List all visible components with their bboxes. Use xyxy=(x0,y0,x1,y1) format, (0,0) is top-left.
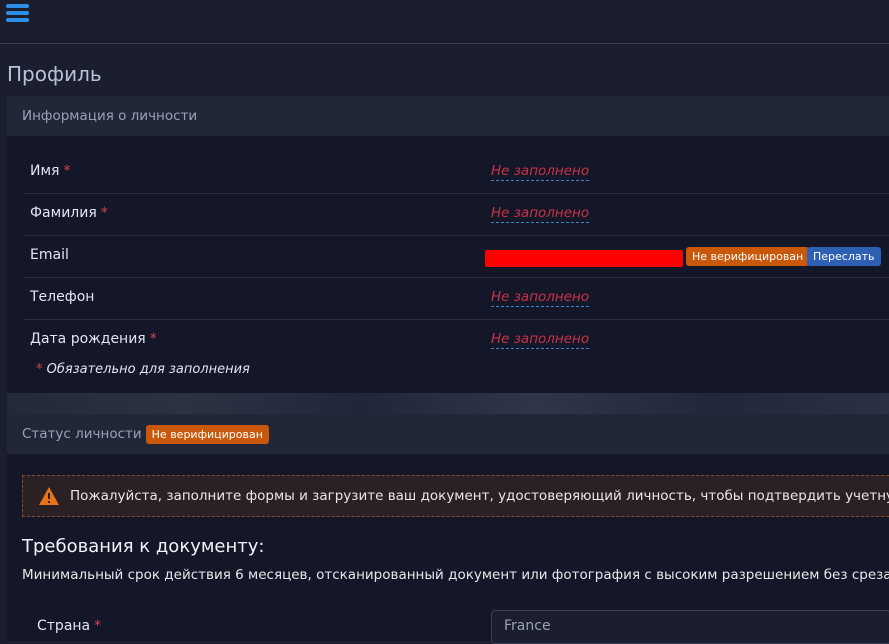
required-mark: * xyxy=(149,331,157,347)
identity-status-badge: Не верифицирован xyxy=(145,424,269,444)
identity-status-card: Статус личности Не верифицирован xyxy=(7,414,889,641)
birth-date-row: Дата рождения * Не заполнено xyxy=(23,319,889,361)
phone-value[interactable]: Не заполнено xyxy=(491,289,590,307)
first-name-value[interactable]: Не заполнено xyxy=(491,163,590,181)
hamburger-menu-icon[interactable] xyxy=(6,4,29,24)
redacted-email xyxy=(485,250,683,267)
country-select[interactable]: France xyxy=(491,610,889,644)
phone-label: Телефон xyxy=(30,289,95,305)
first-name-label: Имя * xyxy=(30,163,71,179)
page-title: Профиль xyxy=(7,62,102,86)
last-name-value[interactable]: Не заполнено xyxy=(491,205,590,223)
identity-status-title: Статус личности xyxy=(22,426,142,442)
email-label: Email xyxy=(30,247,69,263)
background-strip xyxy=(7,393,889,414)
required-footnote: * Обязательно для заполнения xyxy=(36,362,250,377)
alert-text: Пожалуйста, заполните формы и загрузите … xyxy=(70,488,889,504)
identity-status-header: Статус личности Не верифицирован xyxy=(7,414,889,454)
last-name-label: Фамилия * xyxy=(30,205,108,221)
birth-date-label: Дата рождения * xyxy=(30,331,157,347)
requirements-text: Минимальный срок действия 6 месяцев, отс… xyxy=(22,567,889,583)
verification-alert: Пожалуйста, заполните формы и загрузите … xyxy=(22,475,889,517)
personal-info-header: Информация о личности xyxy=(7,96,889,136)
birth-date-value[interactable]: Не заполнено xyxy=(491,331,590,349)
top-bar xyxy=(0,0,889,44)
warning-triangle-icon xyxy=(39,487,59,505)
phone-row: Телефон Не заполнено xyxy=(23,277,889,320)
requirements-title: Требования к документу: xyxy=(22,536,265,557)
first-name-row: Имя * Не заполнено xyxy=(23,151,889,194)
resend-button[interactable]: Переслать xyxy=(807,247,881,266)
last-name-row: Фамилия * Не заполнено xyxy=(23,193,889,236)
country-label: Страна * xyxy=(37,618,102,634)
required-mark: * xyxy=(94,618,102,634)
required-mark: * xyxy=(63,163,71,179)
email-status-badge: Не верифицирован xyxy=(686,247,810,266)
required-mark: * xyxy=(100,205,108,221)
